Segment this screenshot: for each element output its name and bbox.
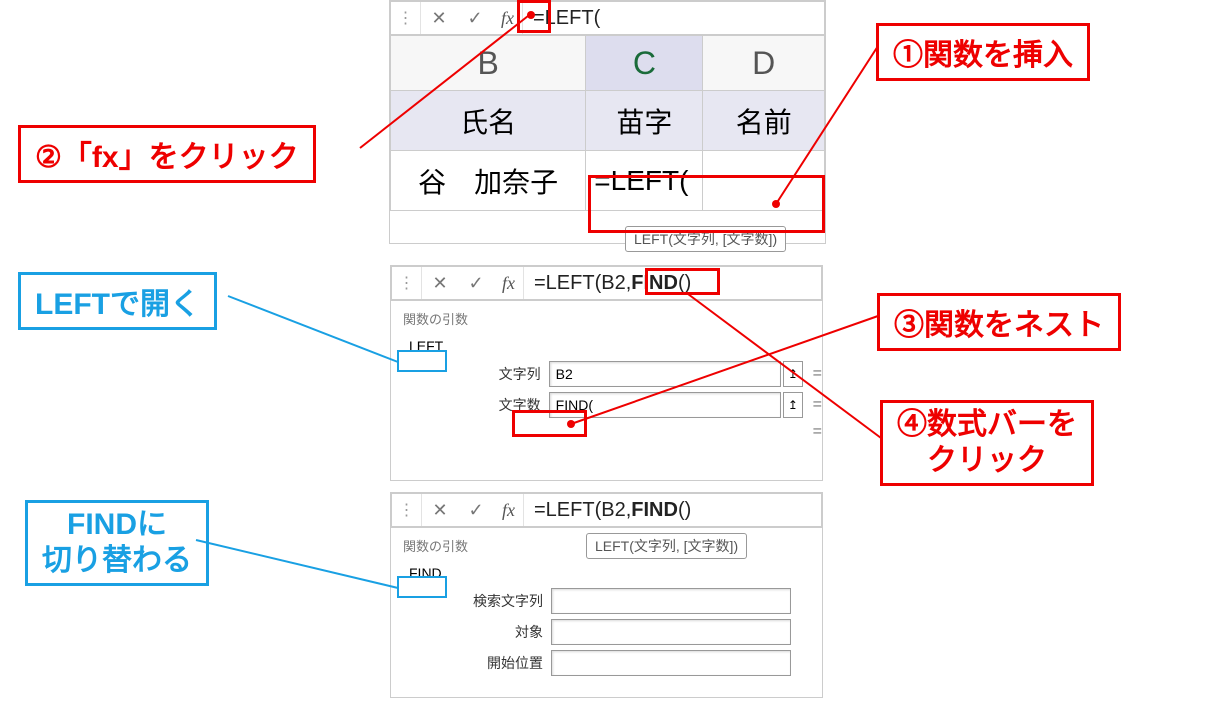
- cell-C1[interactable]: 苗字: [586, 91, 703, 151]
- formula-bar-3[interactable]: ⋮ ✕ ✓ fx =LEFT(B2,FIND(): [391, 493, 822, 527]
- hilite-cell-range: [588, 175, 825, 233]
- fx-button[interactable]: fx: [494, 267, 524, 299]
- pointer-dot: [567, 420, 575, 428]
- formula-tooltip: LEFT(文字列, [文字数]): [586, 533, 747, 559]
- ref-select-icon[interactable]: ↥: [783, 392, 802, 418]
- hilite-find-in-formula: [645, 268, 720, 295]
- arg-input-start[interactable]: [551, 650, 791, 676]
- callout-find-switch: FINDに切り替わる: [25, 500, 209, 586]
- callout-3: ③関数をネスト: [877, 293, 1121, 351]
- formula-bar[interactable]: ⋮ ✕ ✓ fx =LEFT(: [390, 1, 825, 35]
- enter-icon[interactable]: ✓: [458, 267, 494, 299]
- arg-label-search: 検索文字列: [471, 591, 551, 611]
- cancel-icon[interactable]: ✕: [421, 2, 457, 34]
- panel-3-function-args: ⋮ ✕ ✓ fx =LEFT(B2,FIND() 関数の引数 LEFT(文字列,…: [390, 492, 823, 698]
- arg-label-str: 文字列: [471, 364, 549, 384]
- more-icon[interactable]: ⋮: [392, 267, 422, 299]
- cell-D1[interactable]: 名前: [703, 91, 825, 151]
- enter-icon[interactable]: ✓: [457, 2, 493, 34]
- cell-B2[interactable]: 谷 加奈子: [391, 151, 586, 211]
- hilite-find-name: [397, 576, 447, 598]
- arg-input-str[interactable]: [549, 361, 782, 387]
- more-icon[interactable]: ⋮: [392, 494, 422, 526]
- cancel-icon[interactable]: ✕: [422, 267, 458, 299]
- equals-sign: =: [813, 423, 822, 441]
- hilite-left-name: [397, 350, 447, 372]
- col-header-B[interactable]: B: [391, 36, 586, 91]
- equals-sign: =: [813, 365, 822, 383]
- arg-input-target[interactable]: [551, 619, 791, 645]
- callout-2: ②「fx」をクリック: [18, 125, 316, 183]
- more-icon[interactable]: ⋮: [391, 2, 421, 34]
- arg-input-search[interactable]: [551, 588, 791, 614]
- args-dialog-title: 関数の引数: [391, 301, 822, 336]
- arg-label-target: 対象: [471, 622, 551, 642]
- pointer-dot: [772, 200, 780, 208]
- col-header-D[interactable]: D: [703, 36, 825, 91]
- formula-text-3[interactable]: =LEFT(B2,FIND(): [524, 499, 691, 522]
- hilite-find-in-input: [512, 410, 587, 437]
- enter-icon[interactable]: ✓: [458, 494, 494, 526]
- panel-2-function-args: ⋮ ✕ ✓ fx =LEFT(B2,FIND() 関数の引数 LEFT 文字列 …: [390, 265, 823, 481]
- cancel-icon[interactable]: ✕: [422, 494, 458, 526]
- callout-4: ④数式バーをクリック: [880, 400, 1094, 486]
- arg-label-start: 開始位置: [471, 653, 551, 673]
- col-header-C[interactable]: C: [586, 36, 703, 91]
- ref-select-icon[interactable]: ↥: [783, 361, 802, 387]
- callout-1: ①関数を挿入: [876, 23, 1090, 81]
- cell-B1[interactable]: 氏名: [391, 91, 586, 151]
- fx-button[interactable]: fx: [494, 494, 524, 526]
- equals-sign: =: [813, 396, 822, 414]
- pointer-dot: [527, 11, 535, 19]
- callout-left-open: LEFTで開く: [18, 272, 217, 330]
- formula-bar-2[interactable]: ⋮ ✕ ✓ fx =LEFT(B2,FIND(): [391, 266, 822, 300]
